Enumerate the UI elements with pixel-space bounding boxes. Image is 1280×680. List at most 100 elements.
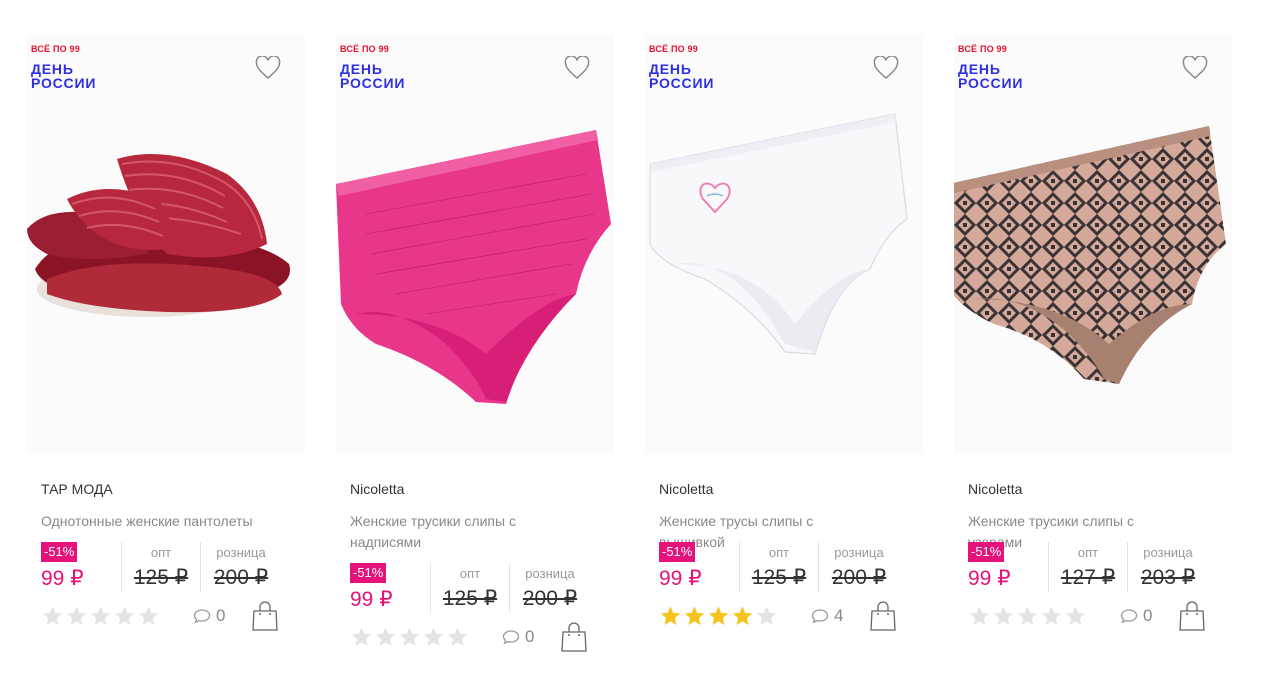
pink-briefs-image bbox=[336, 130, 611, 404]
wholesale-price: 127 ₽ bbox=[1060, 566, 1116, 589]
shopping-bag-icon[interactable] bbox=[869, 600, 897, 632]
product-image-area[interactable]: ВСЁ ПО 99 ДЕНЬ РОССИИ bbox=[954, 34, 1232, 454]
product-image-area[interactable]: ВСЁ ПО 99 ДЕНЬ РОССИИ bbox=[27, 34, 305, 454]
promo-label-small: ВСЁ ПО 99 bbox=[958, 44, 1007, 54]
product-title[interactable]: Женские трусики слипы с узорами bbox=[968, 511, 1188, 550]
heart-icon[interactable] bbox=[255, 56, 281, 80]
comment-count: 4 bbox=[834, 606, 844, 625]
product-info: Nicoletta Женские трусики слипы с узорам… bbox=[968, 481, 1230, 633]
retail-price-column: розница 200 ₽ bbox=[819, 542, 899, 590]
retail-price-column: розница 200 ₽ bbox=[510, 563, 590, 611]
shopping-bag-icon[interactable] bbox=[251, 600, 279, 632]
price-block: -51% 99 ₽ опт 125 ₽ розница 200 ₽ bbox=[41, 542, 303, 592]
retail-price: 200 ₽ bbox=[213, 566, 269, 589]
shopping-bag-icon[interactable] bbox=[560, 621, 588, 653]
heart-icon[interactable] bbox=[564, 56, 590, 80]
sale-price: 99 ₽ bbox=[968, 567, 1011, 590]
star-icon[interactable] bbox=[1040, 605, 1063, 627]
wholesale-price: 125 ₽ bbox=[133, 566, 189, 589]
sale-price-column: -51% 99 ₽ bbox=[659, 542, 739, 591]
star-icon[interactable] bbox=[113, 605, 136, 627]
rating-stars[interactable] bbox=[659, 605, 809, 627]
wholesale-label: опт bbox=[150, 545, 172, 560]
price-block: -51% 99 ₽ опт 125 ₽ розница 200 ₽ bbox=[659, 542, 921, 592]
star-icon[interactable] bbox=[992, 605, 1015, 627]
speech-bubble-icon bbox=[1120, 609, 1138, 624]
wholesale-price: 125 ₽ bbox=[442, 587, 498, 610]
patterned-briefs-image bbox=[954, 126, 1226, 384]
sale-price-column: -51% 99 ₽ bbox=[968, 542, 1048, 591]
discount-badge: -51% bbox=[350, 563, 387, 583]
product-info: Nicoletta Женские трусы слипы с вышивкой… bbox=[659, 481, 921, 633]
price-block: -51% 99 ₽ опт 127 ₽ розница 203 ₽ bbox=[968, 542, 1230, 592]
comments-link[interactable]: 0 bbox=[502, 627, 560, 647]
product-info: Nicoletta Женские трусики слипы с надпис… bbox=[350, 481, 612, 654]
card-footer: 0 bbox=[968, 599, 1230, 633]
star-icon[interactable] bbox=[1016, 605, 1039, 627]
heart-icon[interactable] bbox=[1182, 56, 1208, 80]
product-image-area[interactable]: ВСЁ ПО 99 ДЕНЬ РОССИИ bbox=[336, 34, 614, 454]
slippers-image bbox=[27, 154, 291, 317]
star-icon[interactable] bbox=[731, 605, 754, 627]
product-brand[interactable]: Nicoletta bbox=[968, 481, 1230, 501]
card-footer: 0 bbox=[350, 620, 612, 654]
star-icon[interactable] bbox=[41, 605, 64, 627]
product-card[interactable]: ВСЁ ПО 99 ДЕНЬ РОССИИ Nicoletta Женские … bbox=[336, 34, 614, 674]
discount-badge: -51% bbox=[659, 542, 696, 562]
star-icon[interactable] bbox=[1064, 605, 1087, 627]
star-icon[interactable] bbox=[398, 626, 421, 648]
retail-label: розница bbox=[1143, 545, 1193, 560]
product-brand[interactable]: Nicoletta bbox=[350, 481, 612, 501]
star-icon[interactable] bbox=[350, 626, 373, 648]
rating-stars[interactable] bbox=[968, 605, 1118, 627]
rating-stars[interactable] bbox=[350, 626, 500, 648]
sale-price-column: -51% 99 ₽ bbox=[350, 563, 430, 612]
retail-label: розница bbox=[216, 545, 266, 560]
retail-label: розница bbox=[834, 545, 884, 560]
wholesale-price-column: опт 125 ₽ bbox=[740, 542, 818, 590]
comments-link[interactable]: 0 bbox=[193, 606, 251, 626]
product-grid: ВСЁ ПО 99 ДЕНЬ РОССИИ ТАР МОДА Однотонны… bbox=[0, 0, 1280, 680]
shopping-bag-icon[interactable] bbox=[1178, 600, 1206, 632]
product-brand[interactable]: ТАР МОДА bbox=[41, 481, 303, 501]
star-icon[interactable] bbox=[659, 605, 682, 627]
speech-bubble-icon bbox=[811, 609, 829, 624]
white-briefs-image bbox=[649, 113, 908, 355]
star-icon[interactable] bbox=[89, 605, 112, 627]
sale-price-column: -51% 99 ₽ bbox=[41, 542, 121, 591]
star-icon[interactable] bbox=[137, 605, 160, 627]
price-block: -51% 99 ₽ опт 125 ₽ розница 200 ₽ bbox=[350, 563, 612, 613]
product-card[interactable]: ВСЁ ПО 99 ДЕНЬ РОССИИ ТАР МОДА Однотонны… bbox=[27, 34, 305, 674]
product-card[interactable]: ВСЁ ПО 99 ДЕНЬ РОССИИ Nicoletta Женские … bbox=[954, 34, 1232, 674]
heart-icon[interactable] bbox=[873, 56, 899, 80]
retail-price: 200 ₽ bbox=[522, 587, 578, 610]
comments-link[interactable]: 4 bbox=[811, 606, 869, 626]
discount-badge: -51% bbox=[41, 542, 78, 562]
retail-price: 200 ₽ bbox=[831, 566, 887, 589]
product-card[interactable]: ВСЁ ПО 99 ДЕНЬ РОССИИ Nicoletta Женские … bbox=[645, 34, 923, 674]
wholesale-label: опт bbox=[768, 545, 790, 560]
promo-label-big: ДЕНЬ РОССИИ bbox=[649, 61, 715, 91]
star-icon[interactable] bbox=[755, 605, 778, 627]
card-footer: 0 bbox=[41, 599, 303, 633]
sale-price: 99 ₽ bbox=[41, 567, 84, 590]
comment-count: 0 bbox=[1143, 606, 1153, 625]
sale-price: 99 ₽ bbox=[350, 588, 393, 611]
star-icon[interactable] bbox=[683, 605, 706, 627]
star-icon[interactable] bbox=[968, 605, 991, 627]
star-icon[interactable] bbox=[374, 626, 397, 648]
rating-stars[interactable] bbox=[41, 605, 191, 627]
star-icon[interactable] bbox=[422, 626, 445, 648]
comments-link[interactable]: 0 bbox=[1120, 606, 1178, 626]
product-title[interactable]: Женские трусы слипы с вышивкой bbox=[659, 511, 879, 550]
speech-bubble-icon bbox=[502, 630, 520, 645]
product-title[interactable]: Женские трусики слипы с надписями bbox=[350, 511, 570, 553]
star-icon[interactable] bbox=[707, 605, 730, 627]
product-image-area[interactable]: ВСЁ ПО 99 ДЕНЬ РОССИИ bbox=[645, 34, 923, 454]
promo-label-big: ДЕНЬ РОССИИ bbox=[958, 61, 1024, 91]
product-title[interactable]: Однотонные женские пантолеты bbox=[41, 511, 261, 532]
star-icon[interactable] bbox=[65, 605, 88, 627]
retail-price-column: розница 203 ₽ bbox=[1128, 542, 1208, 590]
product-brand[interactable]: Nicoletta bbox=[659, 481, 921, 501]
star-icon[interactable] bbox=[446, 626, 469, 648]
